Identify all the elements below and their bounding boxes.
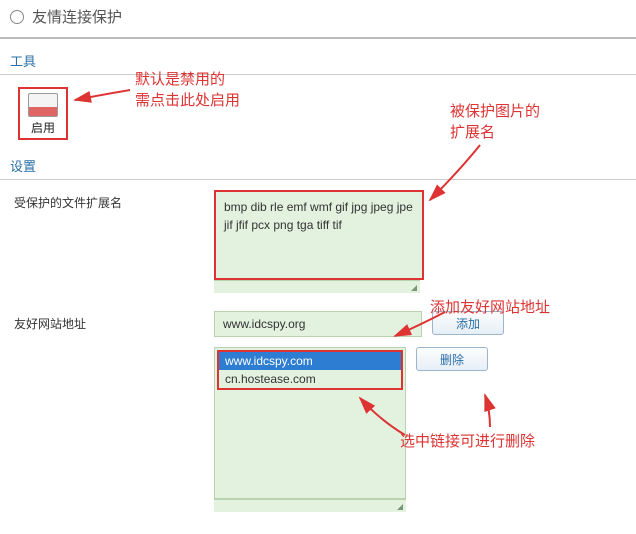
friendly-site-list[interactable]: www.idcspy.com cn.hostease.com xyxy=(214,347,406,499)
section-settings-header: 设置 xyxy=(0,144,636,180)
friendly-sites-label: 友好网站地址 xyxy=(14,311,214,332)
protected-ext-label: 受保护的文件扩展名 xyxy=(14,190,214,211)
list-item[interactable]: cn.hostease.com xyxy=(219,370,401,388)
page-title-row: 友情连接保护 xyxy=(0,0,636,39)
enable-button[interactable]: 启用 xyxy=(18,87,68,140)
add-button[interactable]: 添加 xyxy=(432,311,504,335)
delete-button[interactable]: 删除 xyxy=(416,347,488,371)
resize-handle-icon[interactable] xyxy=(214,499,406,512)
resize-handle-icon[interactable] xyxy=(214,280,420,293)
section-tools-header: 工具 xyxy=(0,39,636,75)
page-title: 友情连接保护 xyxy=(32,6,122,27)
enable-button-label: 启用 xyxy=(22,119,64,136)
list-item[interactable]: www.idcspy.com xyxy=(219,352,401,370)
enable-icon xyxy=(28,93,58,117)
friendly-site-input[interactable] xyxy=(214,311,422,337)
protected-ext-textarea[interactable]: bmp dib rle emf wmf gif jpg jpeg jpe jif… xyxy=(214,190,424,280)
title-radio[interactable] xyxy=(10,10,24,24)
